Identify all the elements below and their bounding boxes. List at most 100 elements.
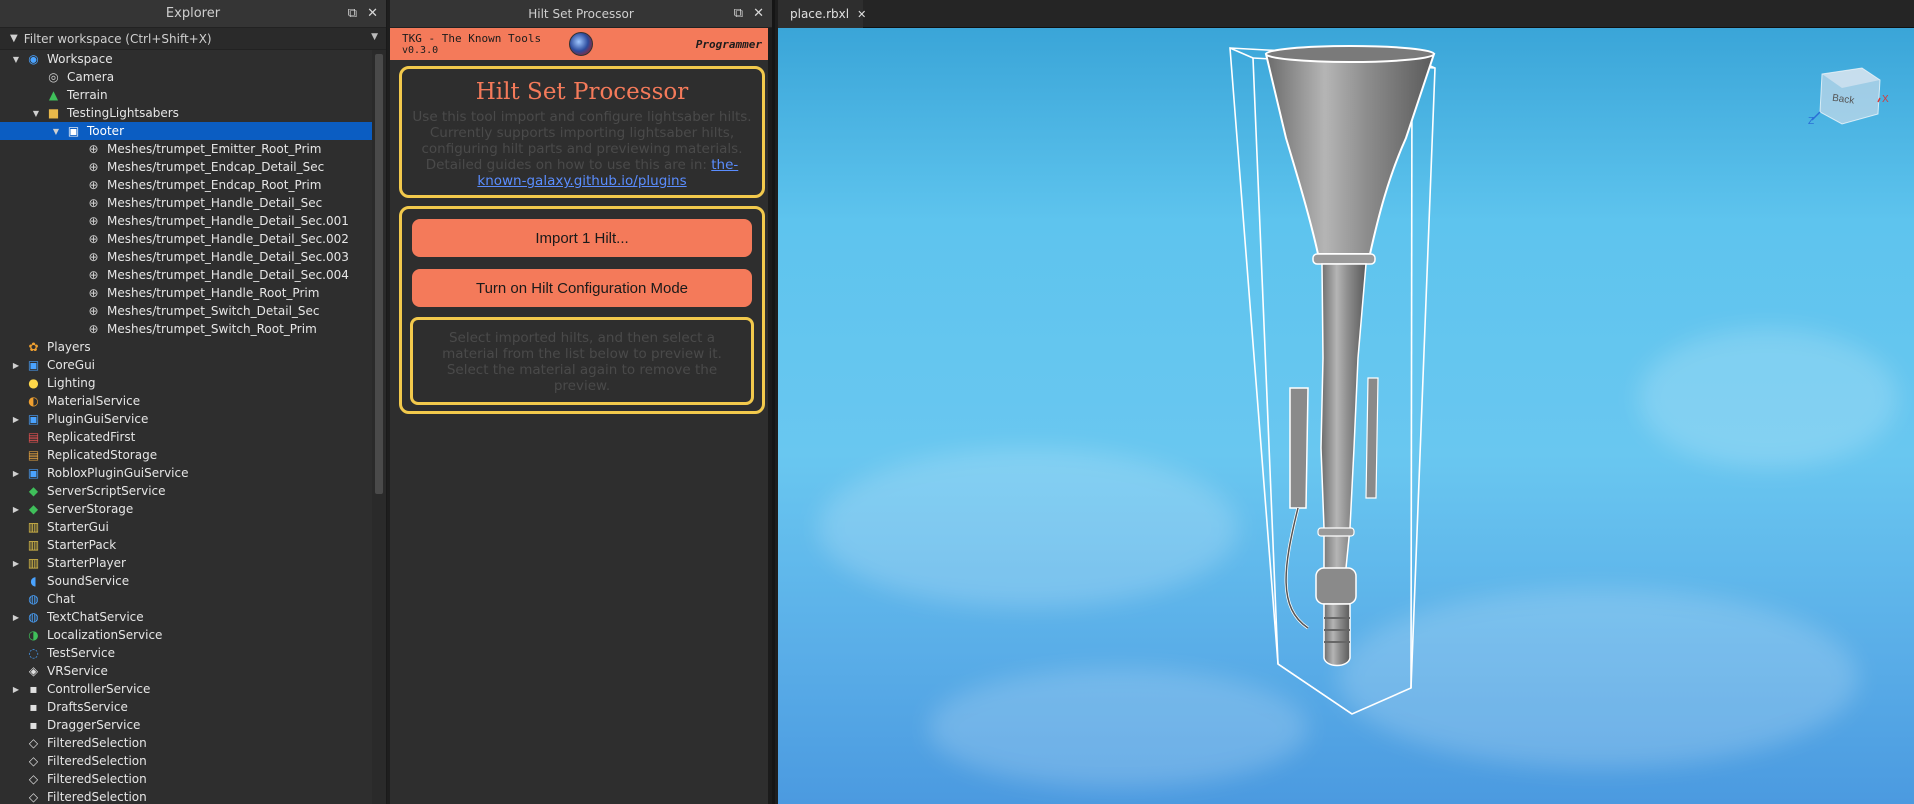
explorer-item-label: ReplicatedStorage <box>47 448 158 462</box>
explorer-item-label: Tooter <box>87 124 124 138</box>
chevron-down-icon[interactable]: ▼ <box>371 32 378 42</box>
material-icon: ◐ <box>28 394 39 408</box>
explorer-item[interactable]: ▶ ▣ RobloxPluginGuiService <box>0 464 372 482</box>
expand-arrow-icon[interactable]: ▶ <box>10 611 22 623</box>
trumpet-hilt-model[interactable] <box>778 28 1914 804</box>
explorer-item-label: Meshes/trumpet_Handle_Root_Prim <box>107 286 320 300</box>
collapse-arrow-icon[interactable]: ▼ <box>50 125 62 137</box>
explorer-item[interactable]: ⊕ Meshes/trumpet_Handle_Root_Prim <box>0 284 372 302</box>
explorer-item[interactable]: ▶ ▣ PluginGuiService <box>0 410 372 428</box>
explorer-item[interactable]: ▥ StarterPack <box>0 536 372 554</box>
explorer-item[interactable]: ▼ ◉ Workspace <box>0 50 372 68</box>
close-tab-icon[interactable]: ✕ <box>857 8 866 21</box>
expand-arrow-icon[interactable]: ▶ <box>10 413 22 425</box>
arrow-spacer <box>10 773 22 785</box>
explorer-item[interactable]: ● Lighting <box>0 374 372 392</box>
undock-icon[interactable]: ⧉ <box>734 6 743 21</box>
explorer-item[interactable]: ▤ ReplicatedFirst <box>0 428 372 446</box>
configuration-mode-button[interactable]: Turn on Hilt Configuration Mode <box>412 269 752 307</box>
explorer-item[interactable]: ⊕ Meshes/trumpet_Handle_Detail_Sec.002 <box>0 230 372 248</box>
hilt-ring <box>1312 253 1376 265</box>
explorer-item[interactable]: ▥ StarterGui <box>0 518 372 536</box>
explorer-item[interactable]: ⊕ Meshes/trumpet_Emitter_Root_Prim <box>0 140 372 158</box>
arrow-spacer <box>10 737 22 749</box>
explorer-item[interactable]: ◇ FilteredSelection <box>0 734 372 752</box>
explorer-item[interactable]: ⊕ Meshes/trumpet_Switch_Root_Prim <box>0 320 372 338</box>
tab-place[interactable]: place.rbxl ✕ <box>778 0 866 28</box>
explorer-item[interactable]: ▼ ■ TestingLightsabers <box>0 104 372 122</box>
explorer-item[interactable]: ▪ DraggerService <box>0 716 372 734</box>
explorer-item[interactable]: ▲ Terrain <box>0 86 372 104</box>
collapse-arrow-icon[interactable]: ▼ <box>10 53 22 65</box>
explorer-item[interactable]: ▶ ▣ CoreGui <box>0 356 372 374</box>
explorer-item[interactable]: ▶ ▪ ControllerService <box>0 680 372 698</box>
explorer-item[interactable]: ⊕ Meshes/trumpet_Handle_Detail_Sec.004 <box>0 266 372 284</box>
explorer-item[interactable]: ▼ ▣ Tooter <box>0 122 372 140</box>
explorer-item[interactable]: ▶ ◍ TextChatService <box>0 608 372 626</box>
explorer-item[interactable]: ◐ MaterialService <box>0 392 372 410</box>
viewcube[interactable]: Back Z X <box>1802 62 1892 152</box>
expand-arrow-icon[interactable]: ▶ <box>10 683 22 695</box>
filter-workspace-input[interactable]: ▼ Filter workspace (Ctrl+Shift+X) ▼ <box>0 28 386 50</box>
collapse-arrow-icon[interactable]: ▼ <box>30 107 42 119</box>
chat-icon: ◍ <box>28 592 39 606</box>
arrow-spacer <box>70 305 82 317</box>
expand-arrow-icon[interactable]: ▶ <box>10 467 22 479</box>
explorer-item[interactable]: ⊕ Meshes/trumpet_Handle_Detail_Sec <box>0 194 372 212</box>
explorer-item[interactable]: ◎ Camera <box>0 68 372 86</box>
explorer-item[interactable]: ◇ FilteredSelection <box>0 770 372 788</box>
meshpart-icon: ⊕ <box>88 142 99 156</box>
close-icon[interactable]: ✕ <box>367 6 378 21</box>
explorer-item-label: FilteredSelection <box>47 790 147 804</box>
arrow-spacer <box>70 197 82 209</box>
expand-arrow-icon[interactable]: ▶ <box>10 359 22 371</box>
expand-arrow-icon[interactable]: ▶ <box>10 503 22 515</box>
explorer-scrollbar[interactable] <box>372 50 386 804</box>
plugin-heading: Hilt Set Processor <box>475 79 689 105</box>
expand-arrow-icon[interactable]: ▶ <box>10 557 22 569</box>
explorer-item[interactable]: ⊕ Meshes/trumpet_Endcap_Detail_Sec <box>0 158 372 176</box>
explorer-item[interactable]: ⊕ Meshes/trumpet_Handle_Detail_Sec.003 <box>0 248 372 266</box>
explorer-item[interactable]: ◖ SoundService <box>0 572 372 590</box>
tkg-logo-icon <box>569 32 593 56</box>
scrollbar-thumb[interactable] <box>375 54 383 494</box>
explorer-item[interactable]: ⊕ Meshes/trumpet_Handle_Detail_Sec.001 <box>0 212 372 230</box>
meshpart-icon: ⊕ <box>88 160 99 174</box>
explorer-item[interactable]: ◇ FilteredSelection <box>0 752 372 770</box>
plugin-title-bar: Hilt Set Processor ⧉ ✕ <box>390 0 772 28</box>
filter-icon[interactable]: ▼ <box>10 33 18 44</box>
explorer-item[interactable]: ▶ ◆ ServerStorage <box>0 500 372 518</box>
explorer-item[interactable]: ▤ ReplicatedStorage <box>0 446 372 464</box>
explorer-item-label: CoreGui <box>47 358 96 372</box>
import-hilt-button[interactable]: Import 1 Hilt... <box>412 219 752 257</box>
testservice-icon: ◌ <box>28 646 39 660</box>
explorer-item-label: TestService <box>47 646 115 660</box>
hilt-wire <box>1284 507 1309 630</box>
explorer-item[interactable]: ◍ Chat <box>0 590 372 608</box>
explorer-item[interactable]: ⊕ Meshes/trumpet_Endcap_Root_Prim <box>0 176 372 194</box>
arrow-spacer <box>70 161 82 173</box>
3d-viewport[interactable]: Back Z X <box>778 28 1914 804</box>
replicatedstorage-icon: ▤ <box>27 448 40 462</box>
close-icon[interactable]: ✕ <box>753 6 764 21</box>
explorer-item[interactable]: ◇ FilteredSelection <box>0 788 372 804</box>
explorer-item[interactable]: ▪ DraftsService <box>0 698 372 716</box>
hilt-switch <box>1289 387 1309 509</box>
arrow-spacer <box>70 179 82 191</box>
undock-icon[interactable]: ⧉ <box>348 6 357 21</box>
explorer-item[interactable]: ▶ ▥ StarterPlayer <box>0 554 372 572</box>
arrow-spacer <box>30 71 42 83</box>
explorer-item[interactable]: ⊕ Meshes/trumpet_Switch_Detail_Sec <box>0 302 372 320</box>
explorer-item[interactable]: ◑ LocalizationService <box>0 626 372 644</box>
explorer-item[interactable]: ◆ ServerScriptService <box>0 482 372 500</box>
arrow-spacer <box>70 143 82 155</box>
explorer-item[interactable]: ◈ VRService <box>0 662 372 680</box>
vr-icon: ◈ <box>28 664 39 678</box>
explorer-item[interactable]: ◌ TestService <box>0 644 372 662</box>
explorer-item-label: Players <box>47 340 91 354</box>
explorer-item-label: Meshes/trumpet_Handle_Detail_Sec.001 <box>107 214 349 228</box>
arrow-spacer <box>70 215 82 227</box>
serverstorage-icon: ◆ <box>28 502 39 516</box>
plugin-scrollbar[interactable] <box>768 28 772 804</box>
explorer-item[interactable]: ✿ Players <box>0 338 372 356</box>
